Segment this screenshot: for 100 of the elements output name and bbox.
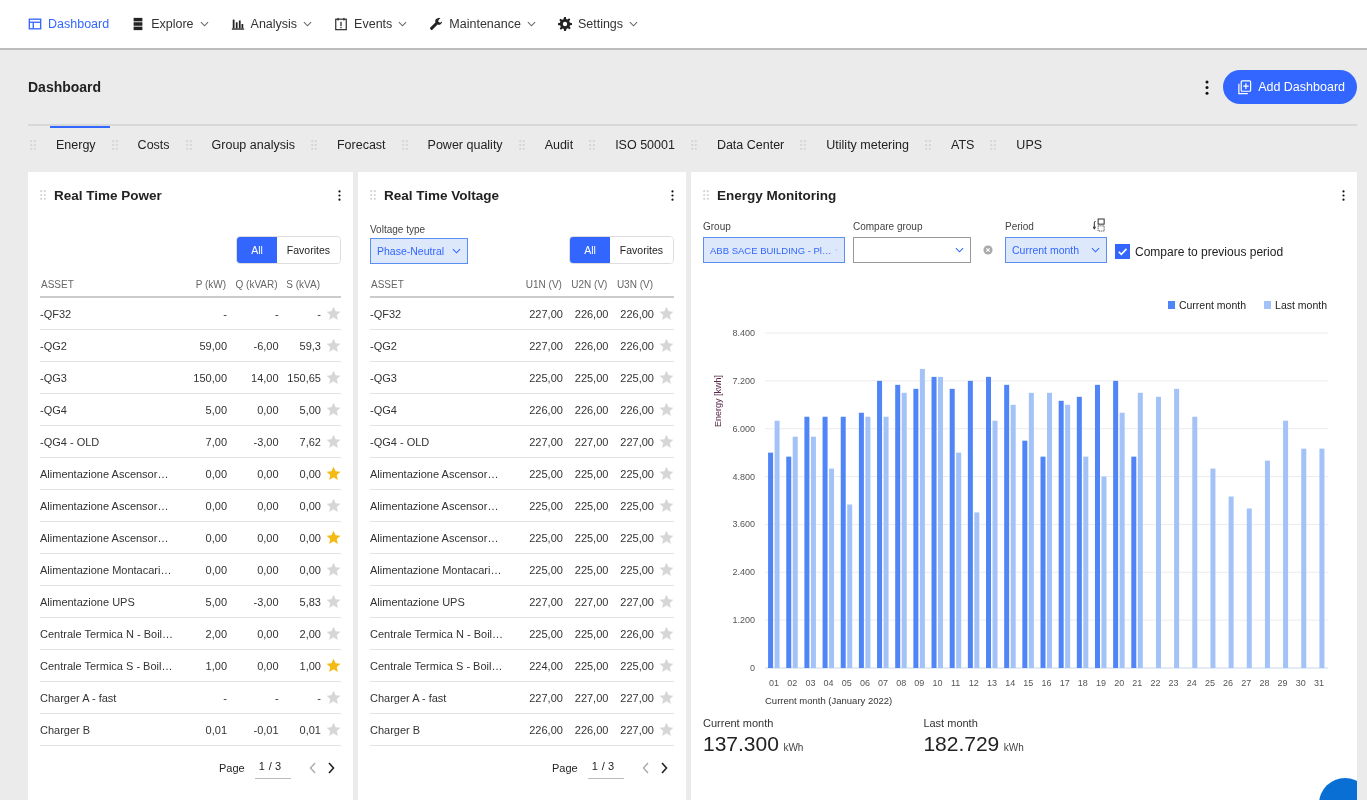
drag-handle-icon[interactable]: [370, 190, 376, 200]
tab[interactable]: Group analysis: [205, 126, 309, 162]
x-tick-label: 06: [859, 678, 870, 688]
star-icon[interactable]: [659, 434, 674, 449]
tab[interactable]: Utility metering: [820, 126, 923, 162]
table-cell: Alimentazione UPS: [370, 595, 465, 608]
calendar-swap-icon[interactable]: [1093, 218, 1105, 232]
table-cell: 0,00: [299, 499, 321, 512]
star-icon[interactable]: [326, 466, 341, 481]
x-tick-label: 23: [1168, 678, 1179, 688]
star-icon[interactable]: [659, 722, 674, 737]
tab[interactable]: Audit: [538, 126, 588, 162]
star-icon[interactable]: [659, 370, 674, 385]
next-page-icon[interactable]: [327, 761, 335, 774]
star-icon[interactable]: [659, 594, 674, 609]
clear-icon[interactable]: [983, 245, 993, 255]
tab[interactable]: Power quality: [421, 126, 517, 162]
table-cell: -: [223, 691, 227, 704]
table-cell: Centrale Termica N - Boil…: [40, 627, 174, 640]
x-tick-label: 29: [1277, 678, 1288, 688]
filter-toggle[interactable]: All: [237, 237, 277, 263]
dashboard-icon: [28, 17, 42, 31]
total-value: 182.729: [923, 732, 1000, 755]
card-title: Real Time Power: [54, 187, 163, 203]
tab[interactable]: ATS: [944, 126, 989, 162]
star-icon[interactable]: [326, 722, 341, 737]
star-icon[interactable]: [326, 562, 341, 577]
star-icon[interactable]: [659, 562, 674, 577]
table-cell: -QG3: [370, 371, 397, 384]
tab[interactable]: Costs: [131, 126, 184, 162]
period-select[interactable]: Current month: [1005, 237, 1107, 263]
star-icon[interactable]: [659, 530, 674, 545]
x-tick-label: 04: [823, 678, 834, 688]
field-label: Voltage type: [370, 224, 427, 235]
star-icon[interactable]: [326, 658, 341, 673]
star-icon[interactable]: [659, 690, 674, 705]
drag-handle-icon[interactable]: [703, 190, 709, 200]
table-cell: Alimentazione Ascensor…: [370, 499, 499, 512]
table-cell: 225,00: [574, 531, 609, 544]
nav-item[interactable]: Maintenance: [429, 17, 536, 31]
star-icon[interactable]: [326, 306, 341, 321]
checkbox[interactable]: [1115, 244, 1130, 259]
nav-item[interactable]: Dashboard: [28, 17, 110, 31]
x-tick-label: 15: [1023, 678, 1034, 688]
nav-item[interactable]: Explore: [131, 17, 209, 31]
table-cell: -: [317, 307, 321, 320]
table-cell: 225,00: [574, 659, 609, 672]
star-icon[interactable]: [659, 498, 674, 513]
star-icon[interactable]: [326, 402, 341, 417]
tab[interactable]: Forecast: [330, 126, 400, 162]
nav-item[interactable]: Settings: [557, 17, 639, 31]
drag-handle-icon[interactable]: [40, 190, 46, 200]
card-title: Energy Monitoring: [717, 187, 838, 203]
chevron-down-icon: [452, 248, 461, 254]
star-icon[interactable]: [659, 466, 674, 481]
star-icon[interactable]: [326, 338, 341, 353]
tab[interactable]: Data Center: [710, 126, 799, 162]
table-cell: 0,00: [257, 627, 279, 640]
star-icon[interactable]: [659, 626, 674, 641]
nav-item[interactable]: Analysis: [230, 17, 313, 31]
table-cell: 0,00: [257, 467, 279, 480]
page-field[interactable]: 1: [587, 756, 602, 779]
star-icon[interactable]: [659, 338, 674, 353]
group-select[interactable]: ABB SACE BUILDING - Pl…: [703, 237, 845, 263]
compare-group-select[interactable]: [853, 237, 971, 263]
previous-page-icon[interactable]: [642, 761, 650, 774]
nav-item[interactable]: Events: [334, 17, 408, 31]
more-options-icon[interactable]: [1205, 79, 1210, 95]
y-tick-label: 7.200: [732, 375, 755, 386]
page-field[interactable]: 1: [254, 756, 269, 779]
tab[interactable]: UPS: [1010, 126, 1057, 162]
tab[interactable]: ISO 50001: [609, 126, 689, 162]
star-icon[interactable]: [326, 370, 341, 385]
column-header: U2N (V): [571, 278, 608, 290]
star-icon[interactable]: [326, 434, 341, 449]
table-cell: 226,00: [620, 307, 654, 320]
previous-page-icon[interactable]: [309, 761, 317, 774]
tab[interactable]: Energy: [50, 126, 110, 162]
x-tick-label: 05: [841, 678, 852, 688]
more-options-icon[interactable]: [671, 189, 674, 201]
table-cell: 225,00: [574, 627, 609, 640]
star-icon[interactable]: [326, 498, 341, 513]
star-icon[interactable]: [659, 402, 674, 417]
legend-item: Last month: [1264, 299, 1327, 311]
table-cell: 225,00: [574, 563, 609, 576]
more-options-icon[interactable]: [338, 189, 341, 201]
star-icon[interactable]: [659, 658, 674, 673]
star-icon[interactable]: [326, 690, 341, 705]
table-cell: 225,00: [529, 563, 563, 576]
star-icon[interactable]: [326, 594, 341, 609]
table-cell: -QG4 - OLD: [40, 435, 100, 448]
add-dashboard-button[interactable]: Add Dashboard: [1223, 70, 1357, 104]
star-icon[interactable]: [326, 626, 341, 641]
table-cell: 150,00: [193, 371, 227, 384]
star-icon[interactable]: [326, 530, 341, 545]
filter-toggle[interactable]: All: [570, 237, 610, 263]
next-page-icon[interactable]: [660, 761, 668, 774]
star-icon[interactable]: [659, 306, 674, 321]
voltage-type-select[interactable]: Phase-Neutral: [370, 238, 468, 264]
more-options-icon[interactable]: [1342, 189, 1345, 201]
